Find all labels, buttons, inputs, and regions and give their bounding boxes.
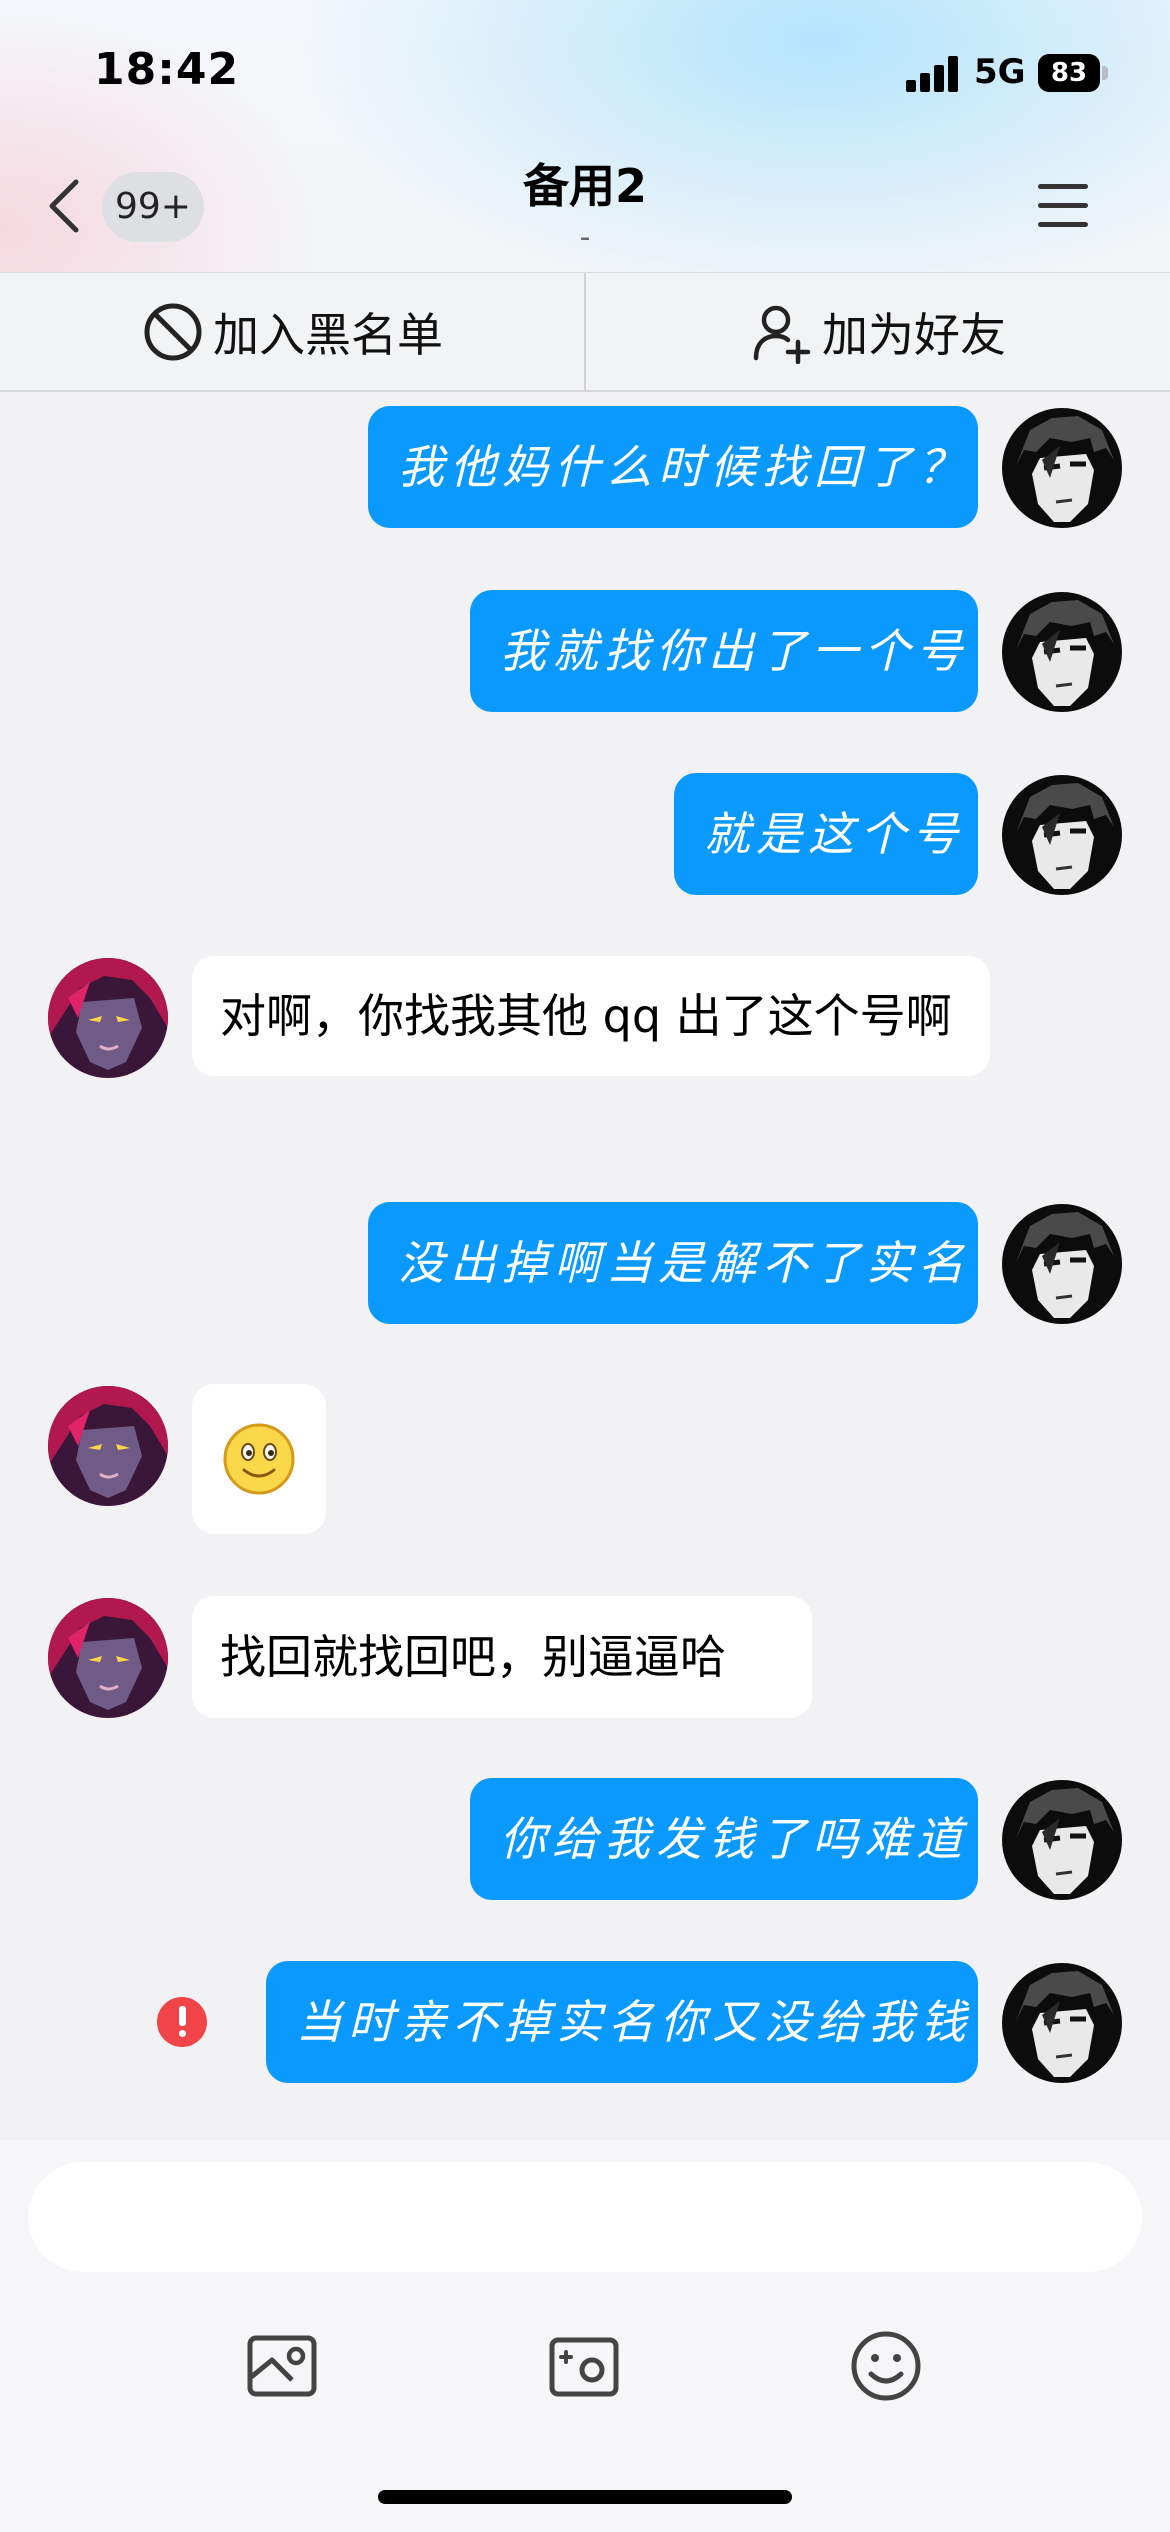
home-indicator[interactable]	[378, 2490, 792, 2504]
message-row: 我就找你出了一个号	[0, 590, 1170, 714]
my-avatar[interactable]	[1002, 775, 1122, 895]
my-avatar[interactable]	[1002, 408, 1122, 528]
message-bubble-incoming[interactable]: 找回就找回吧，别逼逼哈	[192, 1596, 812, 1718]
contact-avatar[interactable]	[48, 1386, 168, 1506]
my-avatar[interactable]	[1002, 1204, 1122, 1324]
battery-icon: 83	[1038, 54, 1108, 92]
emoji-icon[interactable]	[846, 2326, 926, 2406]
image-icon[interactable]	[242, 2326, 322, 2406]
status-time: 18:42	[94, 44, 240, 95]
message-bubble-outgoing[interactable]: 我就找你出了一个号	[470, 590, 978, 712]
camera-icon[interactable]	[544, 2326, 624, 2406]
message-row: 就是这个号	[0, 773, 1170, 897]
message-input[interactable]	[28, 2162, 1142, 2272]
input-area	[0, 2140, 1170, 2532]
battery-level: 83	[1050, 58, 1088, 88]
message-bubble-outgoing[interactable]: 我他妈什么时候找回了？	[368, 406, 978, 528]
signal-icon	[906, 56, 960, 92]
chat-screen: 18:42 5G 83 99+ 备用2 - 加入黑名单 加为好友 我他妈什么时候…	[0, 0, 1170, 2532]
add-to-blacklist-label: 加入黑名单	[213, 308, 443, 362]
message-row: 我他妈什么时候找回了？	[0, 406, 1170, 530]
chat-subtitle: -	[579, 220, 591, 255]
add-friend-button[interactable]: 加为好友	[586, 273, 1170, 391]
chat-title: 备用2	[522, 159, 647, 213]
message-bubble-outgoing[interactable]: 没出掉啊当是解不了实名	[368, 1202, 978, 1324]
block-icon	[144, 303, 202, 361]
message-row: 找回就找回吧，别逼逼哈	[0, 1596, 1170, 1720]
message-bubble-outgoing[interactable]: 就是这个号	[674, 773, 978, 895]
my-avatar[interactable]	[1002, 592, 1122, 712]
message-row: 没出掉啊当是解不了实名	[0, 1202, 1170, 1326]
stranger-action-bar: 加入黑名单 加为好友	[0, 272, 1170, 392]
message-row	[0, 1384, 1170, 1536]
my-avatar[interactable]	[1002, 1780, 1122, 1900]
add-to-blacklist-button[interactable]: 加入黑名单	[0, 273, 584, 391]
message-row: 你给我发钱了吗难道	[0, 1778, 1170, 1902]
my-avatar[interactable]	[1002, 1963, 1122, 2083]
smile-emoji-icon	[223, 1423, 295, 1495]
add-friend-icon	[753, 305, 811, 364]
contact-avatar[interactable]	[48, 958, 168, 1078]
send-failed-icon[interactable]	[157, 1997, 207, 2047]
add-friend-label: 加为好友	[822, 308, 1006, 362]
message-bubble-outgoing[interactable]: 当时亲不掉实名你又没给我钱	[266, 1961, 978, 2083]
message-bubble-outgoing[interactable]: 你给我发钱了吗难道	[470, 1778, 978, 1900]
chat-header: 18:42 5G 83 99+ 备用2 -	[0, 0, 1170, 272]
network-type: 5G	[974, 52, 1026, 92]
message-bubble-incoming[interactable]: 对啊，你找我其他 qq 出了这个号啊	[192, 956, 990, 1076]
message-row: 对啊，你找我其他 qq 出了这个号啊	[0, 956, 1170, 1142]
contact-avatar[interactable]	[48, 1598, 168, 1718]
menu-icon[interactable]	[1038, 184, 1088, 228]
message-row: 当时亲不掉实名你又没给我钱	[0, 1961, 1170, 2085]
message-bubble-incoming[interactable]	[192, 1384, 326, 1534]
